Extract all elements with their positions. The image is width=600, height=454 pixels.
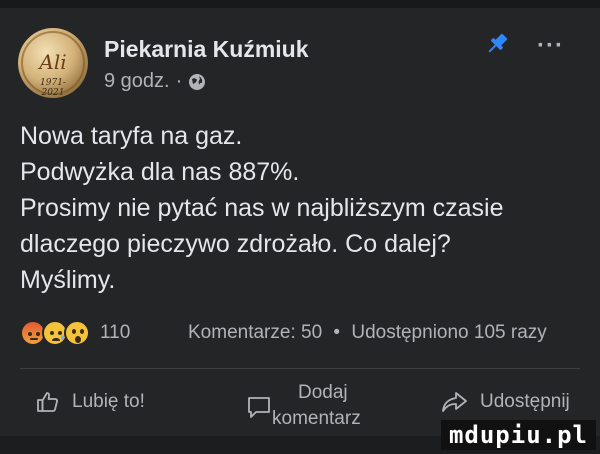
engagement-counts: Komentarze: 50 • Udostępniono 105 razy <box>188 322 547 344</box>
thumbs-up-icon <box>36 390 60 414</box>
avatar-years: 1971-2021 <box>40 78 66 98</box>
globe-icon <box>188 73 206 91</box>
facebook-post: Ali 1971-2021 Piekarnia Kuźmiuk 9 godz. … <box>0 0 600 454</box>
page-avatar[interactable]: Ali 1971-2021 <box>18 28 88 98</box>
reactions-summary[interactable]: 110 <box>20 320 130 346</box>
wow-emoji-icon <box>64 320 90 346</box>
post-text: Nowa taryfa na gaz. Podwyżka dla nas 887… <box>20 118 590 298</box>
shares-count-link[interactable]: Udostępniono 105 razy <box>351 322 546 343</box>
actions-divider <box>20 368 580 369</box>
post-text-line: Prosimy nie pytać nas w najbliższym czas… <box>20 194 504 222</box>
pin-icon <box>483 30 511 58</box>
counts-separator: • <box>333 322 341 343</box>
comments-count-link[interactable]: Komentarze: 50 <box>188 322 322 343</box>
comment-label-line1: Dodaj <box>298 382 348 403</box>
share-label: Udostępnij <box>480 391 570 412</box>
post-text-line: Nowa taryfa na gaz. <box>20 122 243 150</box>
page-name-link[interactable]: Piekarnia Kuźmiuk <box>104 36 309 63</box>
like-button[interactable]: Lubię to! <box>36 390 145 414</box>
more-options-button[interactable]: ··· <box>537 34 564 58</box>
watermark-logo: mdupiu.pl <box>440 420 596 450</box>
reaction-count: 110 <box>100 322 131 343</box>
comment-label-line2: komentarz <box>272 408 361 429</box>
post-text-line: Podwyżka dla nas 887%. <box>20 158 300 186</box>
post-meta: 9 godz. · <box>104 70 206 93</box>
post-text-line: dlaczego pieczywo zdrożało. Co dalej? <box>20 230 451 258</box>
post-text-line: Myślimy. <box>20 266 116 294</box>
meta-separator: · <box>175 70 183 92</box>
share-arrow-icon <box>440 390 468 414</box>
share-button[interactable]: Udostępnij <box>428 390 570 414</box>
like-label: Lubię to! <box>72 391 145 412</box>
comment-button[interactable]: Dodaj komentarz <box>246 380 396 432</box>
post-time[interactable]: 9 godz. <box>104 70 170 93</box>
avatar-script: Ali <box>39 50 67 74</box>
